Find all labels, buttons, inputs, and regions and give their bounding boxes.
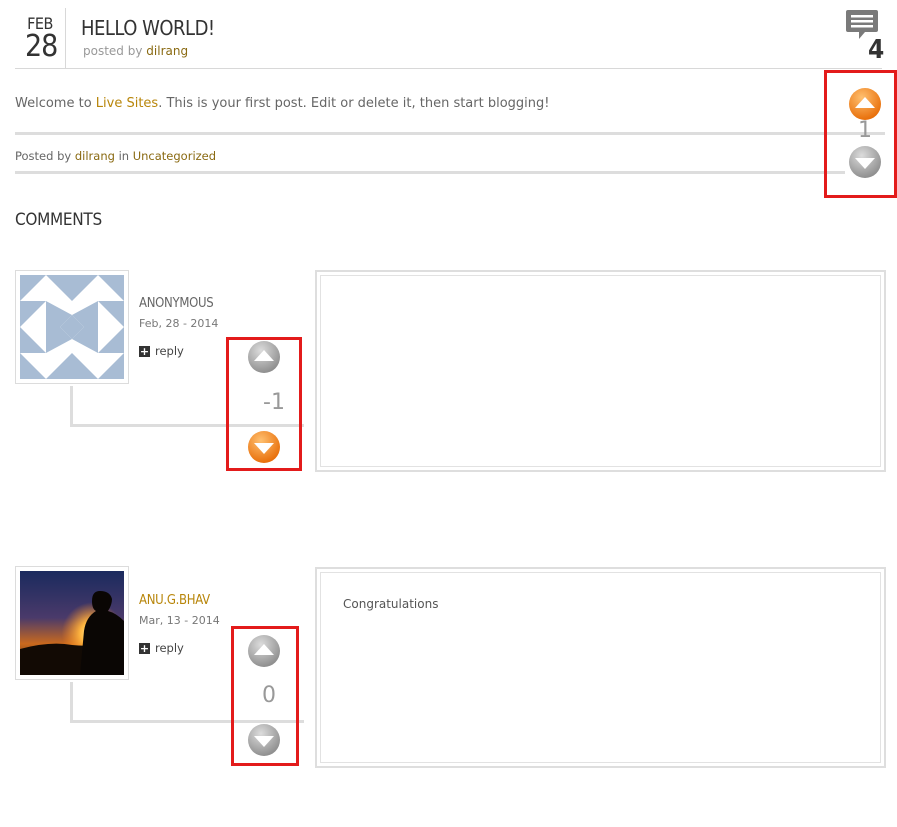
comment-date: Mar, 13 - 2014: [139, 614, 220, 627]
byline-prefix: posted by: [83, 44, 143, 58]
comment-text: Congratulations: [320, 572, 881, 763]
comment-avatar: [15, 566, 129, 680]
comment-vote-score: -1: [263, 390, 285, 415]
byline-author-link[interactable]: dilrang: [146, 44, 188, 58]
comment-upvote-button[interactable]: [247, 634, 281, 668]
arrow-down-icon: [248, 724, 280, 756]
thread-connector: [70, 386, 73, 426]
identicon-avatar: [20, 275, 124, 379]
comment-vote-score: 0: [262, 683, 276, 708]
comment-body-box: [315, 270, 886, 472]
arrow-down-icon: [849, 146, 881, 178]
reply-label: reply: [155, 641, 184, 655]
post-vote-score: 1: [858, 118, 872, 143]
post-content: Welcome to Live Sites. This is your firs…: [15, 96, 550, 111]
post-body-prefix: Welcome to: [15, 96, 92, 111]
comment-downvote-button[interactable]: [247, 430, 281, 464]
comment-date: Feb, 28 - 2014: [139, 317, 219, 330]
meta-author-link[interactable]: dilrang: [75, 149, 115, 163]
plus-icon: +: [139, 344, 150, 358]
reply-button[interactable]: + reply: [139, 641, 184, 655]
header-divider: [15, 68, 882, 69]
comment-count[interactable]: 4: [868, 35, 884, 65]
sunset-silhouette-avatar: [20, 571, 124, 675]
thread-connector: [70, 682, 73, 722]
comment-avatar: [15, 270, 129, 384]
comment-body-box: Congratulations: [315, 567, 886, 768]
meta-in: in: [118, 149, 130, 163]
date-divider: [65, 8, 66, 68]
arrow-up-icon: [248, 341, 280, 373]
plus-icon: +: [139, 641, 150, 655]
arrow-down-icon: [248, 431, 280, 463]
meta-prefix: Posted by: [15, 149, 72, 163]
post-body-suffix: . This is your first post. Edit or delet…: [158, 96, 550, 111]
arrow-up-icon: [248, 635, 280, 667]
post-body-link[interactable]: Live Sites: [96, 96, 158, 111]
comment-upvote-button[interactable]: [247, 340, 281, 374]
meta-category-link[interactable]: Uncategorized: [133, 149, 216, 163]
post-title[interactable]: HELLO WORLD!: [81, 16, 215, 40]
meta-divider: [15, 171, 845, 174]
post-meta: Posted by dilrang in Uncategorized: [15, 149, 216, 163]
comment-text: [320, 275, 881, 467]
reply-label: reply: [155, 344, 184, 358]
comment-author: ANONYMOUS: [139, 296, 214, 311]
post-downvote-button[interactable]: [848, 145, 882, 179]
comment-author-link[interactable]: ANU.G.BHAV: [139, 593, 210, 608]
post-date-day: 28: [25, 29, 58, 64]
reply-button[interactable]: + reply: [139, 344, 184, 358]
arrow-up-icon: [849, 88, 881, 120]
post-byline: posted by dilrang: [83, 44, 188, 58]
comments-heading: COMMENTS: [15, 210, 102, 230]
post-upvote-button[interactable]: [848, 87, 882, 121]
content-divider: [15, 132, 885, 135]
comment-downvote-button[interactable]: [247, 723, 281, 757]
